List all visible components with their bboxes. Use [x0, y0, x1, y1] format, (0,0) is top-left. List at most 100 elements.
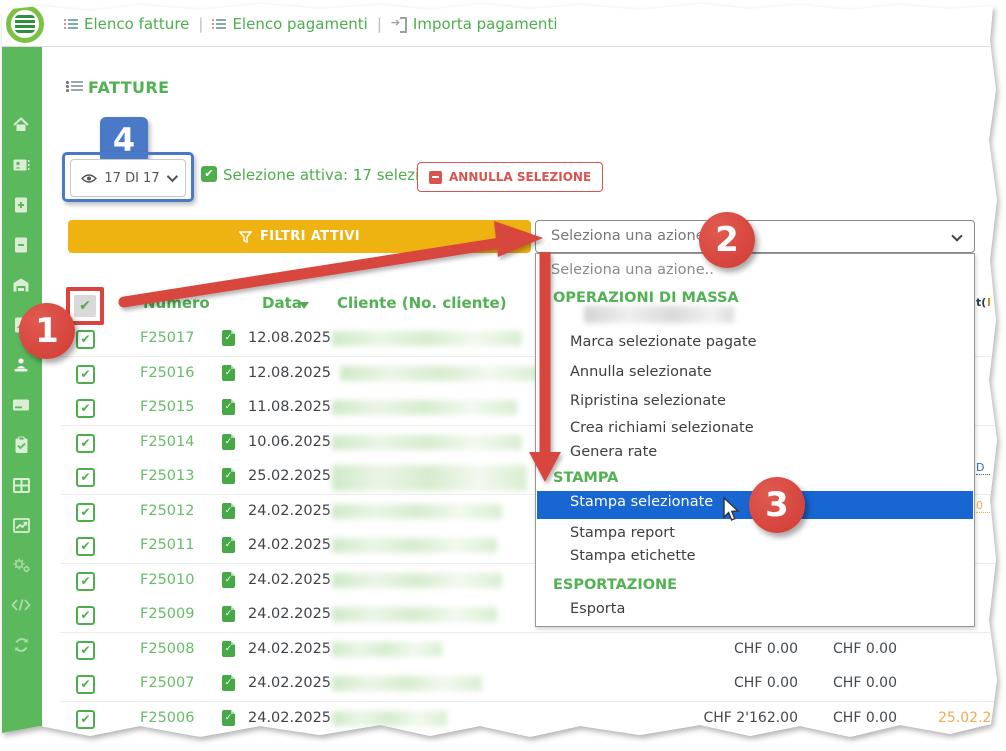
invoice-number-link[interactable]: F25011	[140, 537, 212, 553]
client-name-censored	[332, 607, 497, 622]
dropdown-option-stampa-etichette[interactable]: Stampa etichette	[537, 548, 973, 564]
app-window: Elenco fatture | Elenco pagamenti | Impo…	[0, 0, 1006, 751]
row-checkbox[interactable]: ✔	[76, 675, 95, 694]
home-icon[interactable]	[0, 115, 42, 135]
nav-link-label: Importa pagamenti	[413, 15, 558, 33]
row-checkbox[interactable]: ✔	[76, 606, 95, 625]
invoice-number-link[interactable]: F25006	[140, 710, 212, 726]
invoice-document-icon: ✓	[222, 399, 235, 415]
warehouse-icon[interactable]	[0, 275, 42, 295]
visible-rows-dropdown[interactable]: 17 DI 17	[70, 159, 186, 197]
invoice-date: 12.08.2025	[248, 330, 331, 346]
code-icon[interactable]	[0, 595, 42, 615]
action-dropdown-list: Seleziona una azione.. OPERAZIONI DI MAS…	[535, 253, 975, 627]
nav-link-elenco-fatture[interactable]: Elenco fatture	[64, 15, 189, 33]
sync-icon[interactable]	[0, 635, 42, 655]
column-header-data[interactable]: Data	[262, 294, 302, 312]
row-checkbox[interactable]: ✔	[76, 572, 95, 591]
chart-line-icon[interactable]	[0, 515, 42, 535]
invoice-number-link[interactable]: F25016	[140, 365, 212, 381]
invoice-due-date: 25.02.2025	[938, 710, 1006, 726]
contacts-icon[interactable]	[0, 155, 42, 175]
app-logo-icon[interactable]	[6, 5, 44, 43]
invoice-amount-paid: CHF 0.00	[820, 710, 897, 726]
dropdown-option-stampa-report[interactable]: Stampa report	[537, 525, 973, 541]
dropdown-group-esportazione: ESPORTAZIONE	[537, 577, 973, 593]
invoice-number-link[interactable]: F25013	[140, 468, 212, 484]
invoice-document-icon: ✓	[222, 606, 235, 622]
row-checkbox[interactable]: ✔	[76, 710, 95, 729]
invoice-document-icon: ✓	[222, 675, 235, 691]
dropdown-group-stampa: STAMPA	[537, 470, 973, 486]
invoice-number-link[interactable]: F25007	[140, 675, 212, 691]
cancel-button-label: ANNULLA SELEZIONE	[449, 170, 591, 184]
dropdown-option-annulla[interactable]: Annulla selezionate	[537, 364, 973, 380]
invoice-document-icon: ✓	[222, 365, 235, 381]
invoice-add-icon[interactable]	[0, 195, 42, 215]
dropdown-option-esporta[interactable]: Esporta	[537, 601, 973, 617]
dropdown-option[interactable]: Seleziona una azione..	[537, 262, 973, 278]
filtri-attivi-button[interactable]: FILTRI ATTIVI	[68, 220, 531, 253]
top-navbar: Elenco fatture | Elenco pagamenti | Impo…	[0, 0, 1006, 47]
invoice-remove-icon[interactable]	[0, 235, 42, 255]
invoice-date: 10.06.2025	[248, 434, 331, 450]
row-checkbox[interactable]: ✔	[76, 434, 95, 453]
client-name-censored	[332, 711, 447, 726]
page-title: FATTURE	[88, 78, 169, 97]
invoice-amount-open: CHF 2'162.00	[640, 710, 798, 726]
dropdown-option-marca-pagate[interactable]: Marca selezionate pagate	[537, 334, 973, 350]
reception-icon[interactable]	[0, 355, 42, 375]
invoice-number-link[interactable]: F25010	[140, 572, 212, 588]
column-header-cliente[interactable]: Cliente (No. cliente)	[337, 294, 507, 312]
invoice-number-link[interactable]: F25012	[140, 503, 212, 519]
invoice-document-icon: ✓	[222, 468, 235, 484]
visible-rows-label: 17 DI 17	[104, 171, 159, 186]
row-checkbox[interactable]: ✔	[76, 330, 95, 349]
invoice-number-link[interactable]: F25015	[140, 399, 212, 415]
column-header-numero[interactable]: Numero	[143, 294, 210, 312]
nav-separator: |	[198, 15, 203, 33]
invoice-number-link[interactable]: F25017	[140, 330, 212, 346]
client-name-censored	[332, 504, 502, 519]
client-name-censored	[332, 400, 517, 415]
settings-icon[interactable]	[0, 555, 42, 575]
invoice-amount-paid: CHF 0.00	[820, 641, 897, 657]
clipboard-check-icon[interactable]	[0, 435, 42, 455]
dropdown-option-censored[interactable]	[584, 306, 734, 323]
dropdown-option-crea-richiami[interactable]: Crea richiami selezionate	[537, 420, 973, 436]
row-checkbox[interactable]: ✔	[76, 503, 95, 522]
client-name-censored	[332, 331, 522, 346]
invoice-number-link[interactable]: F25008	[140, 641, 212, 657]
row-checkbox[interactable]: ✔	[76, 537, 95, 556]
invoice-date: 24.02.2025	[248, 641, 331, 657]
invoice-number-link[interactable]: F25014	[140, 434, 212, 450]
annotation-step-2-badge: 2	[699, 212, 755, 268]
row-checkbox[interactable]: ✔	[76, 641, 95, 660]
nav-link-importa-pagamenti[interactable]: Importa pagamenti	[391, 15, 558, 33]
invoice-date: 24.02.2025	[248, 537, 331, 553]
dropdown-option-ripristina[interactable]: Ripristina selezionate	[537, 393, 973, 409]
table-row: ✔ F25008 ✓ 24.02.2025 CHF 0.00 CHF 0.00	[60, 633, 998, 668]
credit-card-icon[interactable]	[0, 395, 42, 415]
row-checkbox[interactable]: ✔	[76, 468, 95, 487]
dropdown-option-genera-rate[interactable]: Genera rate	[537, 444, 973, 460]
logo-bars	[15, 15, 35, 33]
chevron-down-icon	[951, 230, 962, 241]
invoice-document-icon: ✓	[222, 434, 235, 450]
action-select[interactable]: Seleziona una azione..	[535, 220, 975, 253]
row-checkbox[interactable]: ✔	[76, 365, 95, 384]
nav-link-label: Elenco fatture	[84, 15, 189, 33]
nav-link-elenco-pagamenti[interactable]: Elenco pagamenti	[212, 15, 367, 33]
client-name-censored	[332, 676, 482, 691]
row-checkbox[interactable]: ✔	[76, 399, 95, 418]
invoice-number-link[interactable]: F25009	[140, 606, 212, 622]
import-icon	[391, 17, 407, 30]
list-icon	[212, 18, 226, 30]
table-icon[interactable]	[0, 475, 42, 495]
annulla-selezione-button[interactable]: ANNULLA SELEZIONE	[417, 162, 603, 192]
annotation-step-1-badge: 1	[19, 303, 75, 359]
sidebar	[0, 47, 42, 751]
invoice-document-icon: ✓	[222, 710, 235, 726]
client-name-censored	[340, 366, 540, 381]
list-icon	[64, 18, 78, 30]
